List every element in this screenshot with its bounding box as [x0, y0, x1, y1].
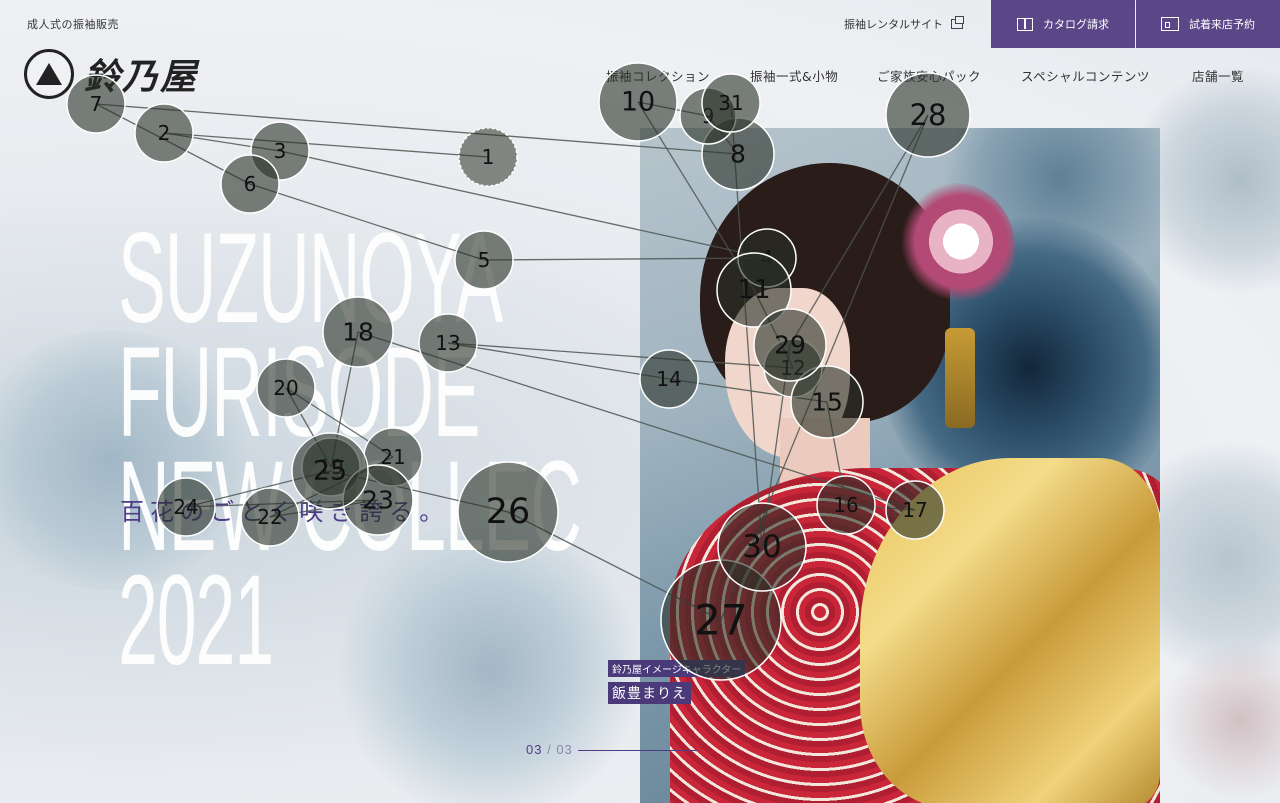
nav-item-set-accessories[interactable]: 振袖一式&小物 [750, 66, 838, 85]
external-link-icon [951, 16, 964, 29]
furisode-obi [860, 458, 1160, 803]
fitting-reservation-label: 試着来店予約 [1189, 18, 1255, 31]
hero-title-line: 2021 [118, 549, 274, 692]
pager-current: 03 [526, 742, 543, 757]
site-tagline: 成人式の振袖販売 [27, 18, 119, 31]
catalog-request-label: カタログ請求 [1043, 18, 1109, 31]
hero-title-line: FURISODE [118, 321, 481, 464]
nav-item-stores[interactable]: 店舗一覧 [1192, 66, 1244, 85]
rental-site-label: 振袖レンタルサイト [844, 18, 943, 31]
hero-title-line: SUZUNOYA [118, 207, 503, 350]
hair-tassel [945, 328, 975, 428]
store-icon [1161, 17, 1179, 31]
pager-separator: / [542, 742, 557, 757]
pager-total: 03 [556, 742, 573, 757]
slide-pager: 03 / 03 [526, 742, 573, 757]
character-label: 鈴乃屋イメージキャラクター [608, 660, 746, 677]
nav-item-family-pack[interactable]: ご家族安心パック [877, 66, 981, 85]
fitting-reservation-button[interactable]: 試着来店予約 [1136, 0, 1280, 48]
character-name: 飯豊まりえ [608, 682, 691, 704]
logo-text: 鈴乃屋 [84, 56, 199, 98]
nav-item-collection[interactable]: 振袖コレクション [606, 66, 710, 85]
catalog-book-icon [1017, 17, 1033, 31]
rental-site-link[interactable]: 振袖レンタルサイト [844, 16, 964, 32]
hero-photo [640, 128, 1160, 803]
logo-mark-icon [24, 49, 74, 99]
hair-ornament [895, 183, 1015, 313]
site-logo[interactable]: 鈴乃屋 [24, 48, 198, 100]
pager-progress-line [578, 750, 698, 751]
nav-item-special-contents[interactable]: スペシャルコンテンツ [1021, 66, 1150, 85]
catalog-request-button[interactable]: カタログ請求 [991, 0, 1135, 48]
hero-catchcopy: 百花のごとく咲き誇る。 [120, 498, 450, 526]
